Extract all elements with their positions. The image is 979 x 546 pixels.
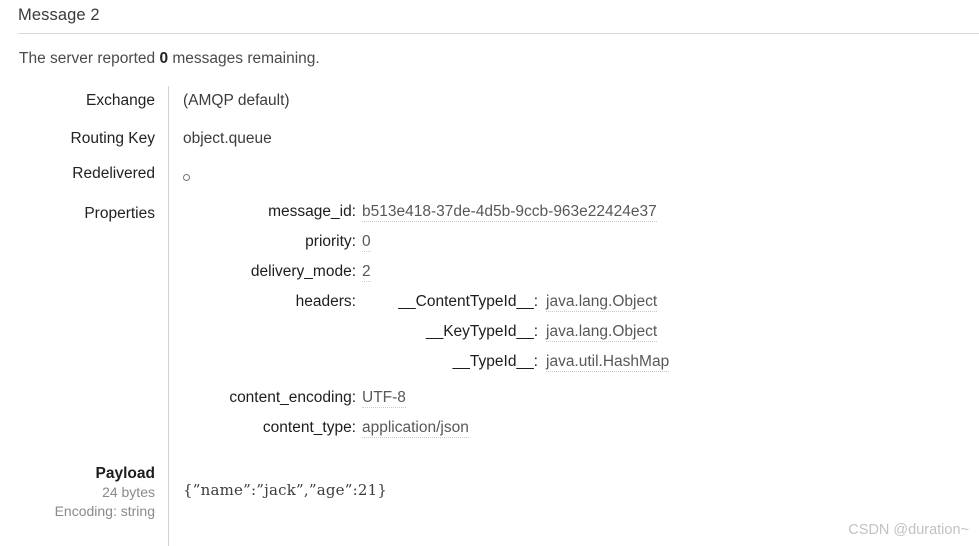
payload-label-group: Payload 24 bytes Encoding: string (0, 464, 155, 521)
property-value: UTF-8 (362, 389, 406, 408)
exchange-label: Exchange (86, 92, 155, 109)
property-key: content_encoding: (229, 389, 356, 406)
payload-body: {”name”:”jack”,”age”:21} (183, 481, 388, 499)
exchange-value: (AMQP default) (183, 92, 290, 109)
property-row-delivery-mode: delivery_mode: 2 (0, 263, 979, 293)
header-key: __ContentTypeId__: (398, 293, 538, 310)
property-key: priority: (305, 233, 356, 250)
property-key: delivery_mode: (250, 263, 356, 280)
header-divider (18, 33, 979, 34)
watermark: CSDN @duration~ (848, 522, 969, 538)
property-row-content-type: content_type: application/json (0, 419, 979, 449)
server-report-prefix: The server reported (19, 50, 156, 67)
header-key: __TypeId__: (452, 353, 538, 370)
redelivered-value (183, 169, 190, 187)
header-value: java.lang.Object (546, 293, 658, 312)
header-value: java.lang.Object (546, 323, 658, 342)
property-row-headers: headers: __ContentTypeId__: java.lang.Ob… (0, 293, 979, 323)
property-row-priority: priority: 0 (0, 233, 979, 263)
property-key: content_type: (262, 419, 356, 436)
property-value: 0 (362, 233, 371, 252)
server-report-text: The server reported 0 messages remaining… (19, 50, 320, 68)
header-row-key-type-id: __KeyTypeId__: java.lang.Object (0, 323, 979, 353)
property-key: message_id: (268, 203, 356, 220)
payload-size: 24 bytes (102, 484, 155, 501)
header-key: __KeyTypeId__: (425, 323, 538, 340)
message-details-panel: Message 2 The server reported 0 messages… (0, 0, 979, 546)
messages-remaining-count: 0 (159, 50, 169, 67)
routing-key-label: Routing Key (70, 130, 155, 147)
payload-encoding: Encoding: string (54, 503, 155, 520)
property-row-content-encoding: content_encoding: UTF-8 (0, 389, 979, 419)
property-row-message-id: message_id: b513e418-37de-4d5b-9ccb-963e… (0, 203, 979, 233)
page-title: Message 2 (18, 6, 100, 24)
header-value: java.util.HashMap (546, 353, 670, 372)
redelivered-label: Redelivered (72, 165, 155, 182)
property-value: 2 (362, 263, 371, 282)
payload-label: Payload (95, 465, 155, 482)
circle-outline-icon (183, 174, 190, 182)
property-value: application/json (362, 419, 469, 438)
routing-key-value: object.queue (183, 130, 272, 147)
header-row-content-type-id: __ContentTypeId__: java.lang.Object (0, 293, 979, 323)
server-report-suffix: messages remaining. (172, 50, 320, 67)
header-row-type-id: __TypeId__: java.util.HashMap (0, 353, 979, 383)
property-value: b513e418-37de-4d5b-9ccb-963e22424e37 (362, 203, 657, 222)
properties-table: message_id: b513e418-37de-4d5b-9ccb-963e… (0, 203, 979, 449)
